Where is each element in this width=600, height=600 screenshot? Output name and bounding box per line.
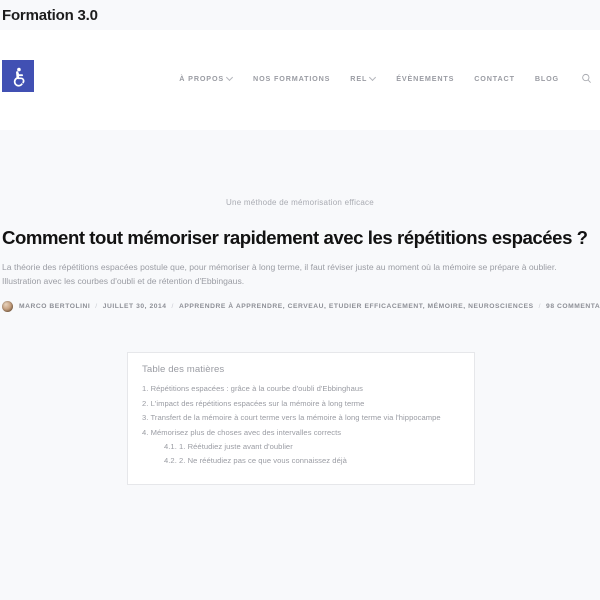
toc-list: 1. Répétitions espacées : grâce à la cou… (142, 382, 460, 468)
meta-author[interactable]: MARCO BERTOLINI (19, 303, 90, 310)
nav-item-rel[interactable]: REL (350, 74, 376, 83)
nav-item-label: ÉVÈNEMENTS (396, 73, 455, 83)
toc-item[interactable]: 4. Mémorisez plus de choses avec des int… (142, 425, 460, 439)
nav-item-label: À PROPOS (179, 73, 225, 83)
meta-separator: / (171, 303, 174, 311)
toc-item[interactable]: 4.2. 2. Ne réétudiez pas ce que vous con… (142, 454, 460, 468)
chevron-down-icon (370, 74, 376, 80)
meta-categories[interactable]: APPRENDRE À APPRENDRE, CERVEAU, ETUDIER … (179, 303, 534, 310)
nav-item-evenements[interactable]: ÉVÈNEMENTS (396, 74, 454, 83)
toc-item[interactable]: 1. Répétitions espacées : grâce à la cou… (142, 382, 460, 396)
meta-date: JUILLET 30, 2014 (102, 303, 167, 311)
nav-item-blog[interactable]: BLOG (535, 74, 559, 83)
nav-item-nos-formations[interactable]: NOS FORMATIONS (253, 74, 330, 83)
main-navigation: À PROPOS NOS FORMATIONS REL ÉVÈNEMENTS C… (179, 68, 592, 88)
nav-item-contact[interactable]: CONTACT (474, 74, 515, 83)
toc-item[interactable]: 4.1. 1. Réétudiez juste avant d'oublier (142, 440, 460, 454)
wheelchair-accessibility-icon (8, 66, 29, 87)
accessibility-button[interactable] (2, 60, 34, 92)
nav-item-a-propos[interactable]: À PROPOS (179, 74, 233, 83)
toc-title: Table des matières (142, 364, 225, 375)
search-icon[interactable] (581, 71, 592, 85)
nav-item-label: REL (350, 73, 368, 83)
article: Une méthode de mémorisation efficace Com… (0, 130, 600, 313)
article-excerpt: La théorie des répétitions espacées post… (2, 262, 557, 287)
meta-separator: / (538, 303, 542, 311)
meta-comments-count[interactable]: 98 COMMENTAIRES (546, 303, 600, 310)
meta-separator: / (95, 303, 98, 311)
page-title-bar: Formation 3.0 (0, 0, 600, 30)
toc-item[interactable]: 2. L'impact des répétitions espacées sur… (142, 396, 460, 410)
table-of-contents: Table des matières 1. Répétitions espacé… (127, 352, 475, 486)
chevron-down-icon (227, 74, 233, 80)
page-title: Comment tout mémoriser rapidement avec l… (2, 227, 588, 248)
article-meta: MARCO BERTOLINI / JUILLET 30, 2014 / APP… (2, 301, 600, 313)
nav-item-label: BLOG (534, 73, 559, 83)
site-title: Formation 3.0 (2, 6, 98, 24)
avatar (2, 301, 13, 313)
toc-item[interactable]: 3. Transfert de la mémoire à court terme… (142, 411, 460, 425)
nav-item-label: CONTACT (474, 73, 515, 83)
nav-item-label: NOS FORMATIONS (253, 73, 331, 83)
article-kicker: Une méthode de mémorisation efficace (225, 198, 375, 207)
